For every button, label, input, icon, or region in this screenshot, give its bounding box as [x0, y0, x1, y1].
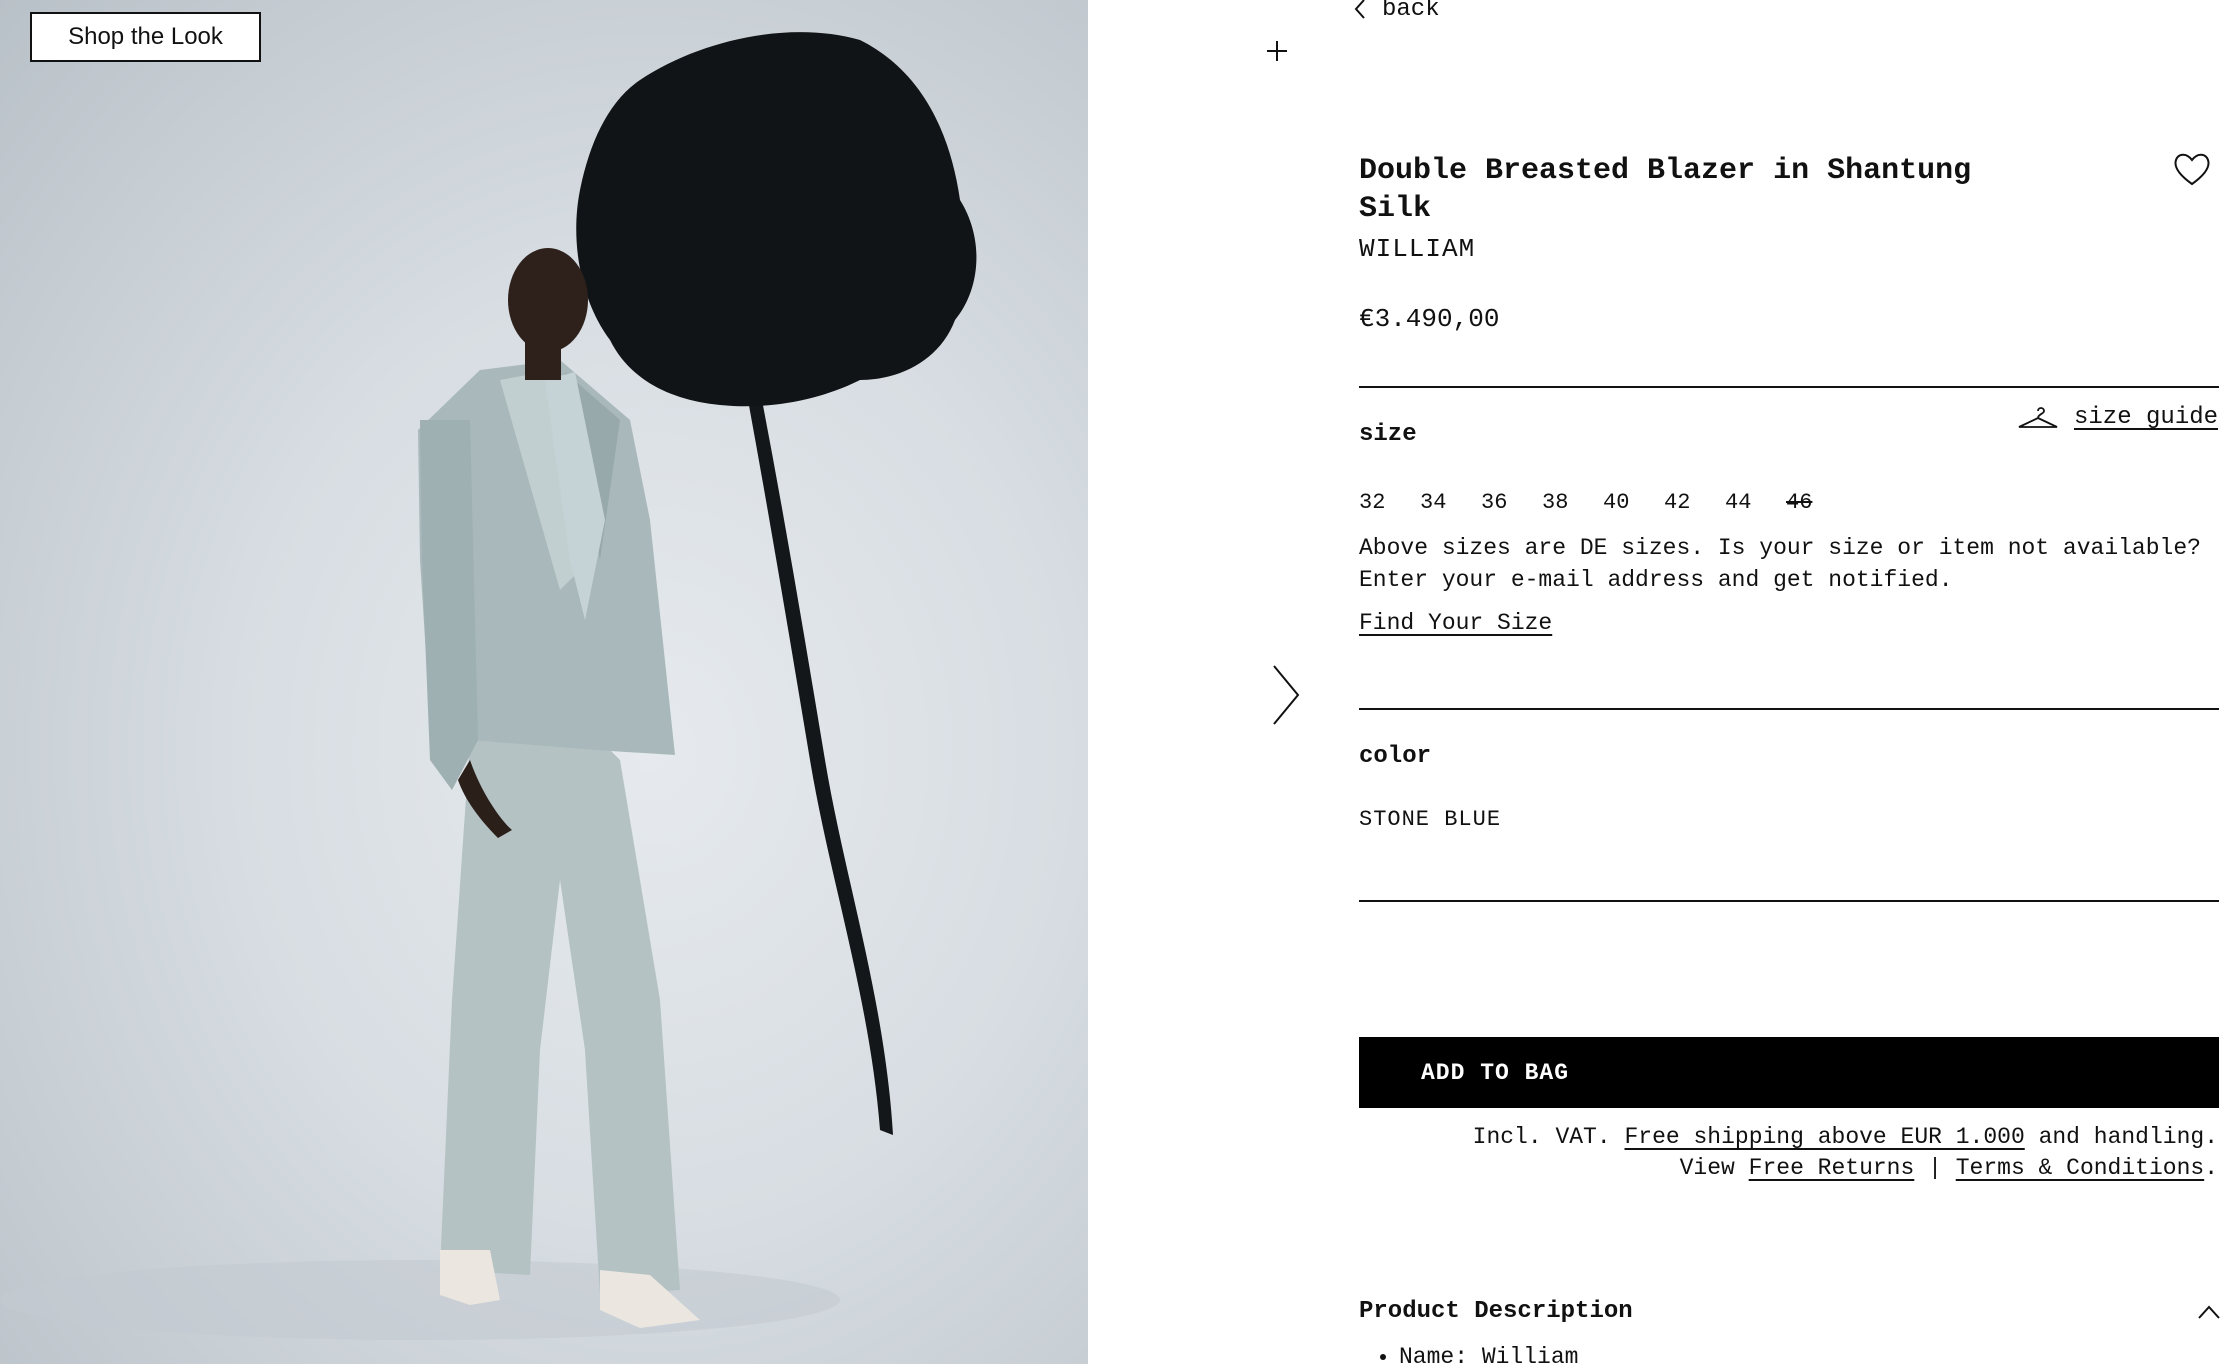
divider [1359, 900, 2219, 902]
size-option-36[interactable]: 36 [1481, 490, 1542, 515]
chevron-left-icon [1354, 0, 1365, 19]
link-separator: | [1928, 1155, 1942, 1181]
vat-info: Incl. VAT. Free shipping above EUR 1.000… [1473, 1124, 2218, 1150]
back-label: back [1382, 0, 1440, 23]
size-option-40[interactable]: 40 [1603, 490, 1664, 515]
size-option-32[interactable]: 32 [1359, 490, 1420, 515]
product-title: Double Breasted Blazer in Shantung Silk [1359, 154, 1972, 226]
find-your-size-link[interactable]: Find Your Size [1359, 610, 1552, 636]
terms-conditions-link[interactable]: Terms & Conditions [1956, 1155, 2204, 1181]
returns-info: View Free Returns | Terms & Conditions. [1680, 1155, 2218, 1181]
chevron-up-icon[interactable] [2196, 1302, 2222, 1322]
vat-prefix: Incl. VAT. [1472, 1124, 1611, 1150]
back-link[interactable]: back [1352, 0, 1440, 23]
divider [1359, 708, 2219, 710]
plus-icon[interactable] [1262, 36, 1292, 66]
add-to-bag-button[interactable]: ADD TO BAG [1359, 1037, 2219, 1108]
size-option-44[interactable]: 44 [1725, 490, 1786, 515]
chevron-right-icon[interactable] [1268, 662, 1304, 728]
product-image[interactable]: Shop the Look [0, 0, 1088, 1364]
size-option-38[interactable]: 38 [1542, 490, 1603, 515]
model-photo-illustration [0, 32, 977, 1340]
view-prefix: View [1679, 1155, 1735, 1181]
size-option-46[interactable]: 46 [1786, 490, 1847, 515]
size-note: Above sizes are DE sizes. Is your size o… [1359, 535, 2201, 593]
heart-icon[interactable] [2172, 150, 2212, 188]
size-option-42[interactable]: 42 [1664, 490, 1725, 515]
color-heading: color [1359, 743, 1432, 770]
product-brand: WILLIAM [1359, 234, 1476, 264]
product-description-heading[interactable]: Product Description [1359, 1298, 1633, 1325]
size-option-34[interactable]: 34 [1420, 490, 1481, 515]
free-returns-link[interactable]: Free Returns [1749, 1155, 1915, 1181]
size-guide-link[interactable]: size guide [2016, 404, 2218, 431]
size-guide-label: size guide [2074, 404, 2219, 431]
divider [1359, 386, 2219, 388]
size-options: 32 34 36 38 40 42 44 46 [1359, 490, 1847, 515]
color-value: STONE BLUE [1359, 807, 1502, 832]
hanger-icon [2018, 406, 2058, 428]
free-shipping-link[interactable]: Free shipping above EUR 1.000 [1624, 1124, 2024, 1150]
product-price: €3.490,00 [1359, 304, 1500, 334]
shop-the-look-button[interactable]: Shop the Look [30, 12, 261, 62]
description-item: Name: William [1399, 1344, 1578, 1364]
vat-suffix: and handling. [2038, 1124, 2218, 1150]
terms-suffix: . [2204, 1155, 2218, 1181]
size-heading: size [1359, 421, 1417, 448]
description-list: Name: William [1389, 1344, 1578, 1364]
